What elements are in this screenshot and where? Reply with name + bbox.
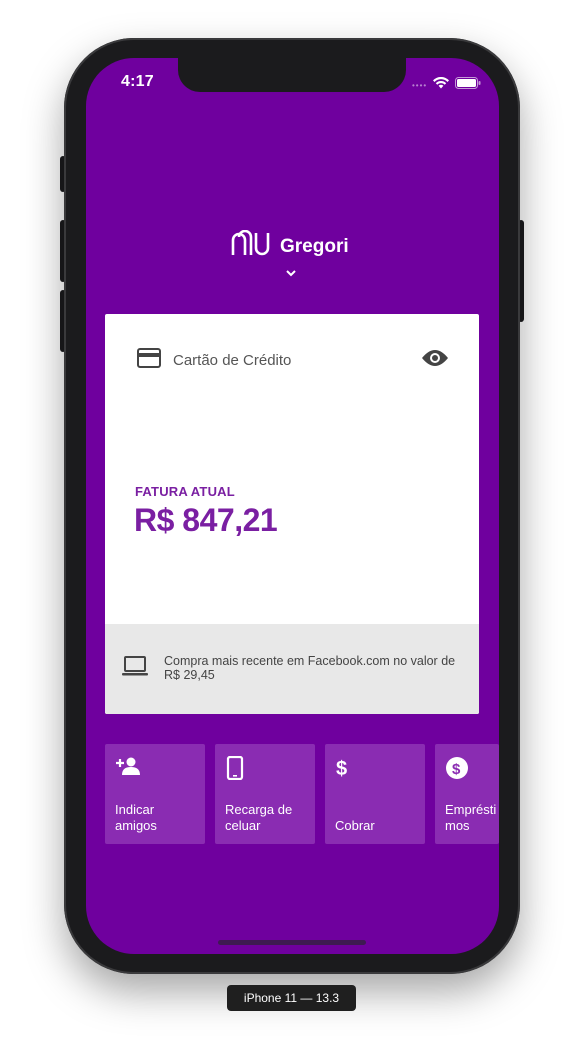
home-indicator[interactable] (218, 940, 366, 945)
battery-icon (455, 76, 481, 94)
credit-card-panel[interactable]: Cartão de Crédito FATURA ATUAL R$ 847,21… (105, 314, 479, 714)
invoice-label: FATURA ATUAL (135, 484, 235, 499)
account-header[interactable]: Gregori (230, 229, 349, 263)
shortcut-indicar-amigos[interactable]: Indicar amigos (105, 744, 205, 844)
recent-purchase-bar[interactable]: Compra mais recente em Facebook.com no v… (105, 624, 479, 714)
eye-icon[interactable] (421, 348, 449, 373)
user-name: Gregori (280, 235, 349, 257)
nu-logo-icon (230, 229, 272, 263)
svg-text:$: $ (452, 761, 461, 778)
credit-card-icon (137, 348, 161, 373)
shortcut-label: Recarga de celuar (225, 802, 293, 833)
shortcut-recarga-celular[interactable]: Recarga de celuar (215, 744, 315, 844)
invoice-value: R$ 847,21 (134, 502, 278, 538)
shortcut-label: Cobrar (335, 818, 375, 833)
card-title: Cartão de Crédito (173, 352, 292, 369)
wifi-icon (433, 76, 450, 94)
chevron-down-icon[interactable] (284, 265, 298, 283)
status-time: 4:17 (121, 73, 154, 90)
shortcut-cobrar[interactable]: $ Cobrar (325, 744, 425, 844)
phone-icon (225, 755, 245, 785)
add-person-icon (115, 756, 141, 781)
notch (178, 58, 406, 92)
status-icons: •••• (412, 76, 481, 94)
money-circle-icon: $ (445, 756, 469, 785)
card-header: Cartão de Crédito (137, 348, 291, 373)
recent-purchase-text: Compra mais recente em Facebook.com no v… (164, 654, 456, 682)
laptop-icon (121, 656, 149, 681)
signal-dots-icon: •••• (412, 80, 428, 90)
svg-text:$: $ (336, 758, 347, 780)
dollar-icon: $ (335, 756, 351, 785)
shortcut-label: Empréstimos (445, 802, 497, 833)
device-label: iPhone 11 — 13.3 (227, 985, 356, 1011)
simulator-stage: 4:17 •••• Gregori Cartão de Crédito FATU… (0, 0, 584, 1048)
shortcut-label: Indicar amigos (115, 802, 157, 833)
shortcut-emprestimos[interactable]: $ Empréstimos (435, 744, 499, 844)
